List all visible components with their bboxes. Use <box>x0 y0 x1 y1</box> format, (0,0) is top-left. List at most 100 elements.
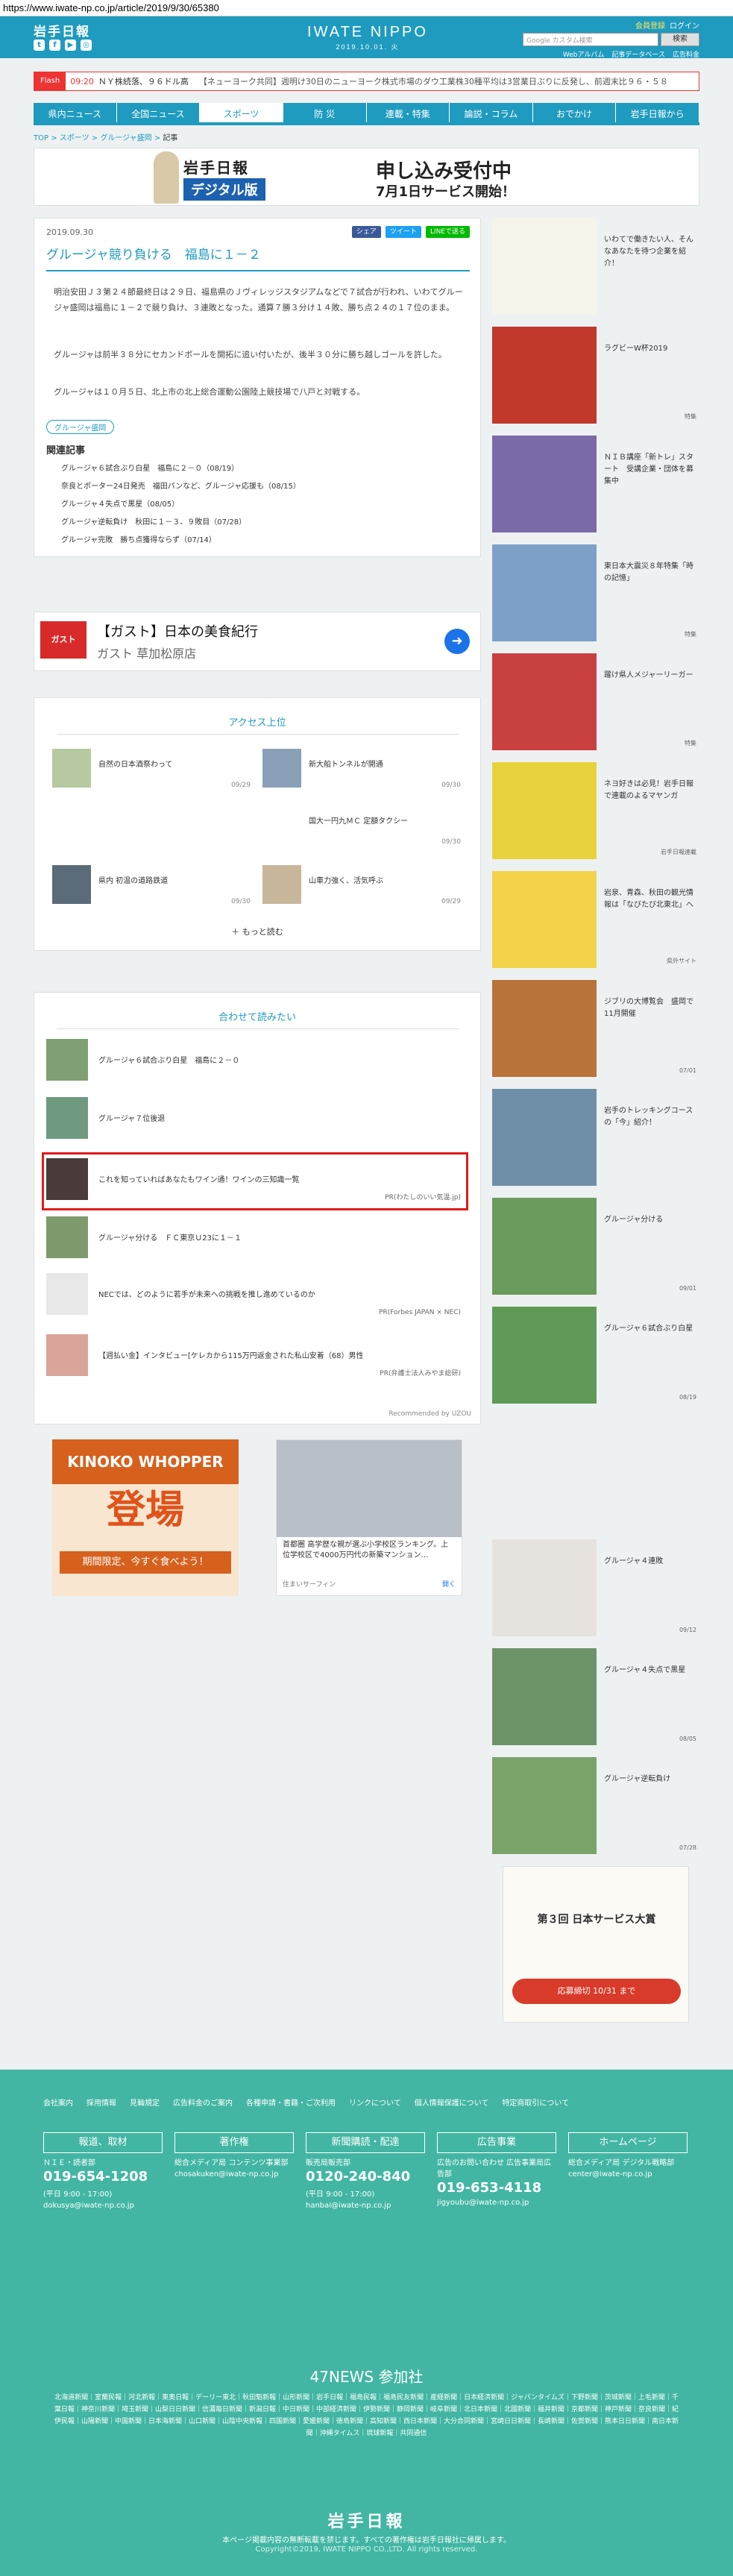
web-album-link[interactable]: Webアルバム <box>563 49 605 59</box>
footer-phone[interactable]: 019-653-4118 <box>437 2180 556 2196</box>
ranking-item[interactable]: 自然の日本酒祭わって 09/29 <box>52 749 254 791</box>
facebook-icon[interactable]: f <box>49 40 60 51</box>
footer-link[interactable]: 広告料金のご案内 <box>173 2096 233 2108</box>
footer-mail[interactable]: hanbai@iwate-np.co.jp <box>306 2202 425 2210</box>
sidebar-item[interactable]: グルージャ４失点で黒星 08/05 <box>492 1648 699 1745</box>
facebook-share-button[interactable]: シェア <box>351 226 381 238</box>
footer-phone[interactable]: 0120-240-840 <box>306 2169 425 2184</box>
ranking-item[interactable]: 山車力強く、活気呼ぶ 09/29 <box>262 865 464 907</box>
sidebar-thumbnail <box>492 1198 597 1295</box>
ranking-item[interactable]: 新大船トンネルが開通 09/30 <box>262 749 464 791</box>
line-share-button[interactable]: LINEで送る <box>425 226 470 238</box>
footer-link[interactable]: 特定商取引について <box>502 2096 569 2108</box>
sidebar-title: グルージャ逆転負け <box>604 1775 671 1783</box>
ranking-item[interactable]: 国大一円九ＭＣ 定額タクシー 09/30 <box>262 805 464 847</box>
twitter-icon[interactable]: t <box>34 40 45 51</box>
recommend-item[interactable]: グルージャ７位後退 <box>46 1097 464 1142</box>
recommend-thumbnail <box>46 1158 88 1200</box>
sidebar-item[interactable]: グルージャ逆転負け 07/28 <box>492 1757 699 1854</box>
sidebar-item[interactable]: ジブリの大博覧会 盛岡で11月開催 07/01 <box>492 980 699 1077</box>
recommend-item-pr[interactable]: 【週払い金】インタビュー[ケレカから115万円返金された私山安着（68）男性 P… <box>46 1334 464 1379</box>
nav-prefecture[interactable]: 県内ニュース <box>34 103 117 122</box>
uzou-credit[interactable]: Recommended by UZOU <box>388 1410 471 1418</box>
footer-mail[interactable]: jigyoubu@iwate-np.co.jp <box>437 2199 556 2207</box>
ranking-item[interactable] <box>52 805 254 847</box>
sidebar-item[interactable]: 岩泉、青森、秋田の観光情報は「なびたび北東北」へ 県外サイト <box>492 871 699 968</box>
sidebar-item[interactable]: 東日本大震災８年特集「時の記憶」 特集 <box>492 544 699 641</box>
youtube-icon[interactable]: ▶ <box>65 40 76 51</box>
directions-arrow-icon[interactable]: ➜ <box>444 629 470 654</box>
related-link[interactable]: グルージャ完敗 勝ち点獲得ならず（07/14） <box>61 533 216 544</box>
read-more-button[interactable]: ＋ もっと読む <box>34 926 480 937</box>
nav-national[interactable]: 全国ニュース <box>117 103 201 122</box>
url-bar[interactable]: https://www.iwate-np.co.jp/article/2019/… <box>0 0 733 16</box>
recommend-item-pr[interactable]: これを知っていればあなたもワイン通！ワインの三知識一覧 PR(わたしのいい気温.… <box>46 1158 464 1203</box>
ranking-item[interactable]: 県内 初温の道路鉄道 09/30 <box>52 865 254 907</box>
recommend-item-pr[interactable]: NECでは、どのように若手が未来への挑戦を推し進めているのか PR(Forbes… <box>46 1273 464 1318</box>
footer-col-sub: ＮＩＥ・読者部 <box>43 2159 95 2167</box>
sidebar-item[interactable]: グルージャ６試合ぶり白星 08/19 <box>492 1307 699 1404</box>
footer-mail[interactable]: chosakuken@iwate-np.co.jp <box>174 2170 294 2178</box>
sidebar-item[interactable]: 岩手のトレッキングコースの「今」紹介！ <box>492 1089 699 1186</box>
footer-link[interactable]: 採用情報 <box>86 2096 116 2108</box>
digital-edition-banner[interactable]: 岩手日報 デジタル版 申し込み受付中 7月1日サービス開始！ <box>34 148 699 206</box>
flash-news-bar[interactable]: Flash 09:20 ＮＹ株続落、９６ドル高 【ネューヨーク共同】週明け30日… <box>34 72 699 91</box>
sidebar-item[interactable]: ＮＩＢ講座「新トレ」スタート 受講企業・団体を募集中 <box>492 436 699 533</box>
footer-link[interactable]: 会社案内 <box>43 2096 73 2108</box>
member-register-link[interactable]: 会員登録 <box>635 22 665 31</box>
sidebar-item[interactable]: グルージャ分ける 09/01 <box>492 1198 699 1295</box>
sidebar-item[interactable]: いわてで働きたい人、そんなあなたを待つ企業を紹介！ <box>492 218 699 315</box>
ad-rates-link[interactable]: 広告料金 <box>673 49 699 59</box>
recommend-item[interactable]: グルージャ分ける ＦＣ東京Ｕ23に１－１ <box>46 1216 464 1261</box>
footer-link[interactable]: 見輪規定 <box>130 2096 160 2108</box>
tweet-button[interactable]: ツイート <box>385 226 421 238</box>
sidebar-item[interactable]: グルージャ４連敗 09/12 <box>492 1539 699 1636</box>
service-award-ad[interactable]: 第３回 日本サービス大賞 応募締切 10/31 まで <box>503 1866 689 2023</box>
recommend-title: 【週払い金】インタビュー[ケレカから115万円返金された私山安着（68）男性 <box>98 1352 364 1360</box>
nav-column[interactable]: 論説・コラム <box>450 103 533 122</box>
flash-headline[interactable]: ＮＹ株続落、９６ドル高 <box>98 75 189 87</box>
footer-phone[interactable]: 019-654-1208 <box>43 2169 163 2184</box>
nav-disaster[interactable]: 防 災 <box>283 103 367 122</box>
nav-sports[interactable]: スポーツ <box>200 103 283 122</box>
breadcrumb-top[interactable]: TOP <box>34 134 48 142</box>
sidebar-title: グルージャ４失点で黒星 <box>604 1666 686 1674</box>
sidebar-item[interactable]: ラグビーW杯2019 特集 <box>492 327 699 424</box>
sidebar-item[interactable]: ネヨ好きは必見！岩手日報で連載のよるマヤンガ 岩手日報連載 <box>492 762 699 859</box>
47news-papers[interactable]: 北海道新聞｜室蘭民報｜河北新報｜東奥日報｜デーリー東北｜秋田魁新報｜山形新聞｜岩… <box>52 2392 681 2440</box>
tag-grulla-button[interactable]: グルージャ盛岡 <box>46 420 115 434</box>
related-link[interactable]: グルージャ逆転負け 秋田に１－３、９敗目（07/28） <box>61 515 246 527</box>
footer-link[interactable]: 個人情報保護について <box>415 2096 489 2108</box>
housing-ad[interactable]: 首都圏 高学歴な親が選ぶ小学校区ランキング。上位学校区で4000万円代の新築マン… <box>276 1439 462 1596</box>
login-link[interactable]: ログイン <box>670 22 699 31</box>
gusto-ad[interactable]: ガスト 【ガスト】日本の美食紀行 ガスト 草加松原店 ➜ <box>34 612 481 671</box>
breadcrumb-sports[interactable]: スポーツ <box>60 134 89 142</box>
article-paragraph: グルージャは１０月５日、北上市の北上総合運動公園陸上競技場で八戸と対戦する。 <box>54 387 365 397</box>
breadcrumb-grulla[interactable]: グルージャ盛岡 <box>100 134 151 142</box>
housing-ad-open[interactable]: 開く <box>442 1579 456 1589</box>
search-input[interactable]: Google カスタム検索 <box>523 33 658 46</box>
related-link[interactable]: グルージャ６試合ぶり白星 福島に２－０（08/19） <box>61 462 239 473</box>
nav-from-nippo[interactable]: 岩手日報から <box>616 103 699 122</box>
footer-mail[interactable]: center@iwate-np.co.jp <box>568 2170 688 2178</box>
related-link[interactable]: 奈良とポーター24日発売 福田パンなど、グルージャ応援も（08/15） <box>61 480 301 491</box>
sidebar-item[interactable]: 躍け県人メジャーリーガー 特集 <box>492 653 699 750</box>
footer-link[interactable]: 各種申請・書籍・ご次利用 <box>246 2096 336 2108</box>
nav-outing[interactable]: おでかけ <box>533 103 617 122</box>
nav-series[interactable]: 連載・特集 <box>367 103 450 122</box>
footer-mail[interactable]: dokusya@iwate-np.co.jp <box>43 2202 163 2210</box>
sidebar-thumbnail <box>492 762 597 859</box>
banner-figure-image <box>154 151 179 204</box>
instagram-icon[interactable]: ◎ <box>81 40 92 51</box>
search-button[interactable]: 検索 <box>661 33 699 46</box>
related-link[interactable]: グルージャ４失点で黒星（08/05） <box>61 497 179 509</box>
article-db-link[interactable]: 記事データベース <box>611 49 665 59</box>
brand-title[interactable]: IWATE NIPPO 2019.10.01. 火 <box>297 24 438 51</box>
sidebar-label: 07/28 <box>679 1844 696 1851</box>
site-logo[interactable]: 岩手日報 <box>34 21 90 40</box>
footer-logo[interactable]: 岩手日報 <box>0 2508 733 2532</box>
burger-ad[interactable]: KINOKO WHOPPER 登場 期間限定、今すぐ食べよう！ <box>52 1439 239 1596</box>
sidebar-thumbnail <box>492 218 597 315</box>
recommend-item[interactable]: グルージャ６試合ぶり白星 福島に２－０ <box>46 1039 464 1084</box>
footer-link[interactable]: リンクについて <box>349 2096 401 2108</box>
